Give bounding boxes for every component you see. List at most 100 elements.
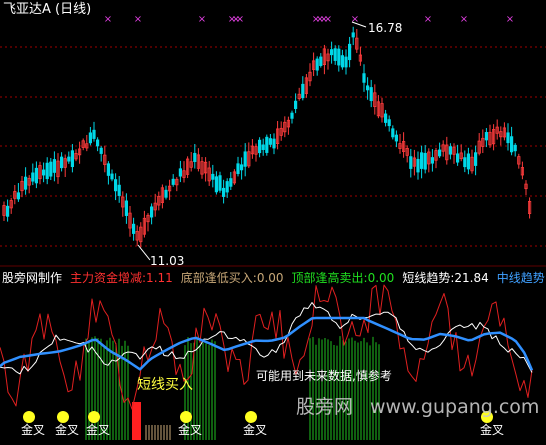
candlestick-series bbox=[2, 26, 532, 248]
candle-body bbox=[49, 161, 53, 177]
main-funds-value: 主力资金增减:1.11 bbox=[70, 271, 173, 285]
candle-body bbox=[261, 144, 265, 150]
candle-body bbox=[45, 162, 49, 180]
golden-cross-label: 金叉 bbox=[55, 423, 80, 437]
candle-body bbox=[6, 205, 10, 217]
candle-body bbox=[430, 157, 435, 164]
main-funds-line bbox=[0, 284, 533, 410]
signal-marker: × bbox=[424, 14, 432, 25]
mid-trend-value: 中线趋势:5 bbox=[496, 271, 546, 285]
candle-body bbox=[365, 85, 370, 91]
candle-body bbox=[257, 139, 262, 154]
candle-body bbox=[225, 181, 229, 193]
golden-cross-label: 金叉 bbox=[480, 423, 505, 437]
candle-body bbox=[99, 147, 103, 154]
candle-body bbox=[333, 48, 337, 61]
golden-cross-label: 金叉 bbox=[86, 423, 111, 437]
short-trend-line bbox=[0, 302, 533, 375]
signal-marker: × bbox=[506, 14, 514, 25]
signal-marker: × bbox=[198, 14, 206, 25]
candle-body bbox=[383, 113, 388, 123]
candle-body bbox=[409, 156, 413, 169]
candle-body bbox=[347, 43, 352, 61]
candle-body bbox=[423, 152, 427, 170]
candle-body bbox=[369, 87, 373, 102]
candle-body bbox=[193, 152, 197, 162]
candle-body bbox=[52, 159, 57, 173]
candle-body bbox=[351, 32, 355, 38]
candle-body bbox=[171, 178, 175, 185]
candle-body bbox=[340, 55, 345, 68]
candle-body bbox=[391, 128, 395, 138]
candle-body bbox=[337, 48, 341, 66]
candle-body bbox=[114, 179, 118, 192]
watermark-url: www.gupang.com bbox=[370, 396, 540, 418]
short-trend-value: 短线趋势:21.84 bbox=[402, 271, 489, 285]
golden-cross-dot bbox=[88, 411, 100, 423]
golden-cross-dot bbox=[180, 411, 192, 423]
candle-body bbox=[293, 100, 298, 109]
golden-cross-dot bbox=[57, 411, 69, 423]
candle-body bbox=[319, 56, 323, 66]
candle-body bbox=[60, 156, 64, 169]
candle-body bbox=[16, 192, 21, 200]
candle-body bbox=[344, 56, 348, 68]
candle-body bbox=[455, 153, 460, 163]
candle-body bbox=[236, 163, 240, 175]
indicator-header: 股旁网制作 主力资金增减:1.11 底部逢低买入:0.00 顶部逢高卖出:0.0… bbox=[2, 270, 546, 286]
candle-body bbox=[34, 167, 39, 184]
watermark-text: 股旁网 bbox=[296, 396, 354, 418]
candle-body bbox=[387, 119, 391, 127]
signal-marker: × bbox=[324, 14, 332, 25]
candle-body bbox=[131, 223, 136, 234]
indicator-signal-bars bbox=[85, 336, 380, 440]
indicator-source: 股旁网制作 bbox=[2, 271, 63, 285]
price-high-label: 16.78 bbox=[368, 21, 403, 35]
candle-body bbox=[88, 132, 92, 144]
candle-body bbox=[506, 132, 510, 144]
candle-body bbox=[70, 150, 74, 168]
golden-cross-label: 金叉 bbox=[21, 423, 46, 437]
candle-body bbox=[149, 206, 154, 218]
candle-body bbox=[92, 129, 96, 139]
candle-body bbox=[416, 158, 420, 173]
top-signal-markers: × × × ××× ×××× × × × × bbox=[104, 14, 514, 25]
candle-body bbox=[329, 49, 334, 56]
candle-body bbox=[463, 157, 467, 168]
candle-body bbox=[265, 136, 269, 153]
golden-cross-label: 金叉 bbox=[178, 423, 203, 437]
signal-marker: × bbox=[104, 14, 112, 25]
candle-body bbox=[164, 189, 168, 198]
candle-body bbox=[117, 184, 121, 196]
candle-body bbox=[110, 173, 114, 180]
candle-body bbox=[42, 169, 46, 176]
candle-body bbox=[124, 200, 128, 216]
candle-body bbox=[106, 163, 110, 176]
indicator-lines bbox=[0, 284, 534, 410]
top-sell-value: 顶部逢高卖出:0.00 bbox=[291, 271, 395, 285]
candle-body bbox=[362, 73, 366, 83]
candle-body bbox=[178, 168, 182, 177]
candle-body bbox=[229, 178, 233, 187]
candle-body bbox=[221, 187, 226, 197]
chart-title: 飞亚达A (日线) bbox=[3, 2, 92, 17]
candle-body bbox=[272, 138, 276, 149]
golden-cross-dot bbox=[245, 411, 257, 423]
candle-body bbox=[211, 173, 215, 180]
candle-body bbox=[67, 156, 71, 162]
candle-body bbox=[394, 134, 399, 142]
future-data-warning: 可能用到未来数据,慎参考 bbox=[256, 369, 392, 383]
price-low-label: 11.03 bbox=[150, 254, 185, 268]
short-buy-annotation: 短线买入 bbox=[137, 377, 193, 393]
candle-body bbox=[419, 152, 424, 169]
candle-body bbox=[513, 144, 517, 152]
candle-body bbox=[243, 151, 247, 167]
candle-body bbox=[484, 132, 489, 141]
candle-body bbox=[218, 175, 222, 191]
signal-marker: × bbox=[460, 14, 468, 25]
candle-body bbox=[437, 149, 442, 157]
candle-body bbox=[448, 146, 453, 155]
signal-marker: × bbox=[134, 14, 142, 25]
candle-body bbox=[23, 176, 28, 190]
signal-marker: × bbox=[236, 14, 244, 25]
